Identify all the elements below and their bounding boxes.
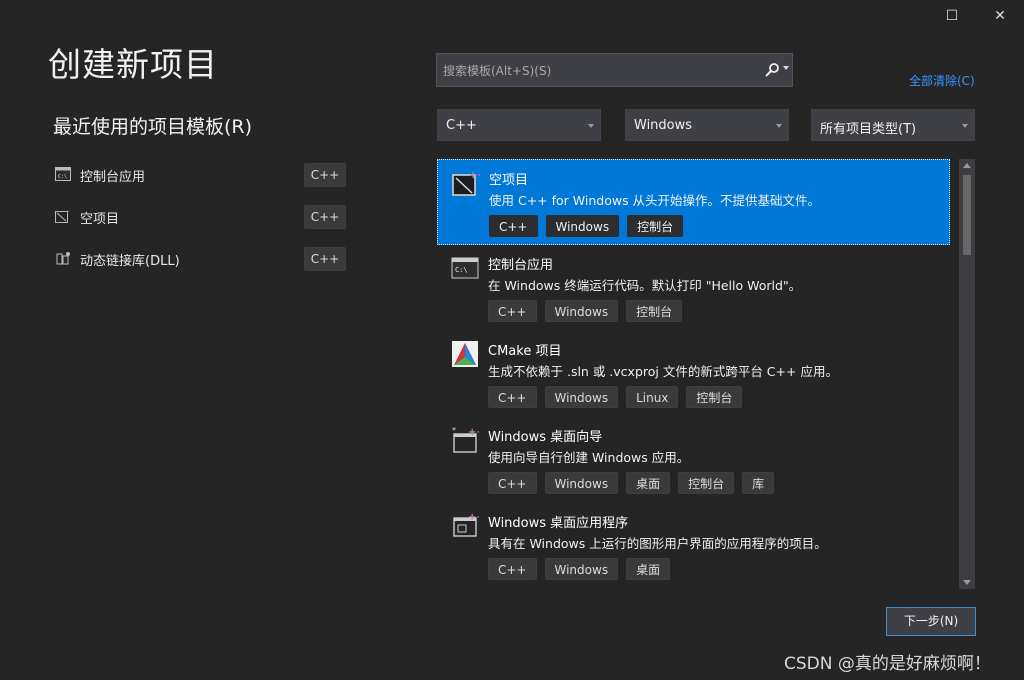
dll-icon [56,252,70,265]
search-box[interactable] [436,53,793,87]
tag: Linux [626,386,679,408]
desktop-app-icon: ++ [453,512,479,537]
recent-item-empty-project[interactable]: + 空项目 C++ [55,205,347,229]
tag: 桌面 [626,558,671,580]
chevron-down-icon [588,124,594,128]
tag: 库 [742,472,775,494]
language-tag: C++ [304,205,346,229]
svg-text:C:\: C:\ [455,266,468,274]
desktop-wizard-icon: * ++ [452,426,479,453]
language-filter[interactable]: C++ [437,109,601,141]
svg-text:C:\: C:\ [58,174,67,180]
tag: C++ [488,558,537,580]
maximize-button[interactable]: ☐ [942,6,962,26]
svg-text:++: ++ [468,512,479,523]
tag: 控制台 [678,472,735,494]
tag: C++ [488,300,537,322]
template-list-scrollbar[interactable] [959,159,975,589]
tag: Windows [544,558,619,580]
close-icon: ✕ [994,8,1006,24]
tag: C++ [489,215,538,237]
clear-all-link[interactable]: 全部清除(C) [909,72,975,89]
cmake-icon [452,341,478,367]
empty-project-icon: ++ [452,170,480,196]
svg-text:+: + [65,209,70,216]
scroll-down-icon[interactable] [963,580,971,585]
search-input[interactable] [441,58,755,84]
tag: Windows [545,215,620,237]
tag: Windows [544,300,619,322]
watermark: CSDN @真的是好麻烦啊！ [784,654,991,674]
recent-item-dll[interactable]: 动态链接库(DLL) C++ [55,247,347,271]
next-button[interactable]: 下一步(N) [886,607,976,636]
page-title: 创建新项目 [48,45,218,84]
scroll-up-icon[interactable] [963,163,971,168]
tag: C++ [488,472,537,494]
language-tag: C++ [304,247,346,271]
tag: Windows [544,472,619,494]
svg-text:++: ++ [469,170,480,181]
tag: C++ [488,386,537,408]
chevron-down-icon [962,124,968,128]
template-item-console-app[interactable]: C:\ 控制台应用 在 Windows 终端运行代码。默认打印 "Hello W… [437,245,950,331]
tag: Windows [544,386,619,408]
tag: 桌面 [626,472,671,494]
platform-filter[interactable]: Windows [625,109,789,141]
chevron-down-icon [776,124,782,128]
language-tag: C++ [304,163,346,187]
template-item-desktop-wizard[interactable]: *++ Windows 桌面向导 使用向导自行创建 Windows 应用。 C+… [437,417,950,503]
tag: 控制台 [626,300,683,322]
chevron-down-icon[interactable] [783,66,789,70]
console-app-icon: C:\ [55,167,71,181]
maximize-icon: ☐ [945,8,959,24]
scroll-thumb[interactable] [963,175,971,255]
close-button[interactable]: ✕ [990,6,1010,26]
console-app-icon: C:\ [451,257,479,279]
empty-project-icon: + [55,209,70,223]
template-item-desktop-app[interactable]: ++ Windows 桌面应用程序 具有在 Windows 上运行的图形用户界面… [437,503,950,589]
svg-text:*: * [452,426,456,435]
project-type-filter[interactable]: 所有项目类型(T) [811,109,975,141]
template-item-cmake[interactable]: CMake 项目 生成不依赖于 .sln 或 .vcxproj 文件的新式跨平台… [437,331,950,417]
template-list[interactable]: ++ 空项目 使用 C++ for Windows 从头开始操作。不提供基础文件… [437,159,951,589]
search-icon[interactable] [764,62,780,78]
template-item-empty-project[interactable]: ++ 空项目 使用 C++ for Windows 从头开始操作。不提供基础文件… [437,159,950,245]
recent-templates-heading: 最近使用的项目模板(R) [53,116,253,138]
tag: 控制台 [686,386,743,408]
tag: 控制台 [627,215,684,237]
svg-text:++: ++ [468,427,479,438]
recent-item-console-app[interactable]: C:\ 控制台应用 C++ [55,163,347,187]
